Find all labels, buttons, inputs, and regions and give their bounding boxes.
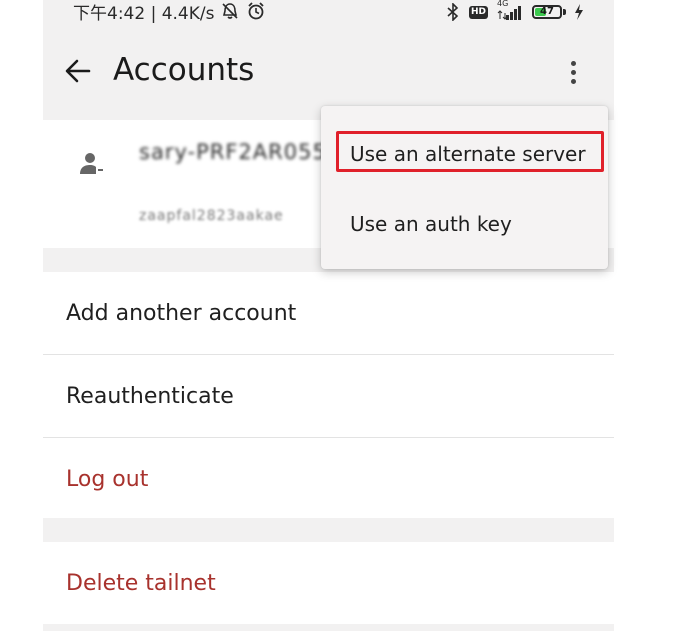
alarm-off-icon (220, 1, 240, 21)
overflow-menu: Use an alternate server Use an auth key (321, 106, 608, 269)
bluetooth-icon (445, 3, 461, 21)
delete-tailnet-card: Delete tailnet (43, 542, 614, 624)
menu-item-auth-key[interactable]: Use an auth key (321, 194, 608, 254)
more-options-button[interactable] (559, 56, 587, 88)
menu-item-alternate-server[interactable]: Use an alternate server (321, 124, 608, 184)
battery-icon: 47 (532, 5, 566, 19)
alarm-clock-icon (246, 1, 266, 21)
delete-tailnet-button[interactable]: Delete tailnet (43, 542, 614, 624)
reauthenticate-button[interactable]: Reauthenticate (43, 355, 614, 437)
network-type-label: 4G (497, 0, 509, 8)
battery-level: 47 (540, 6, 554, 17)
status-bar: 下午4:42 | 4.4K/s HD 4G 47 (43, 0, 614, 24)
log-out-button[interactable]: Log out (43, 438, 614, 520)
account-actions: Add another account Reauthenticate Log o… (43, 272, 614, 518)
person-icon (79, 150, 107, 182)
hd-icon: HD (468, 5, 488, 19)
back-button[interactable] (63, 56, 93, 86)
signal-4g-icon: 4G (496, 0, 524, 21)
account-subtitle: zaapfal2823aakae (139, 208, 284, 224)
more-vert-icon (570, 60, 576, 66)
app-bar: Accounts (43, 36, 614, 108)
status-left: 下午4:42 | 4.4K/s (73, 0, 266, 24)
account-name: sary-PRF2AR055 (139, 140, 327, 164)
charging-bolt-icon (574, 4, 584, 20)
arrow-back-icon (65, 59, 91, 83)
status-time-speed: 下午4:42 | 4.4K/s (73, 3, 215, 24)
page-title: Accounts (113, 52, 255, 88)
phone-screen: 下午4:42 | 4.4K/s HD 4G 47 Accounts sary-P… (43, 0, 614, 631)
status-right: HD 4G 47 (445, 0, 584, 22)
add-account-button[interactable]: Add another account (43, 272, 614, 354)
